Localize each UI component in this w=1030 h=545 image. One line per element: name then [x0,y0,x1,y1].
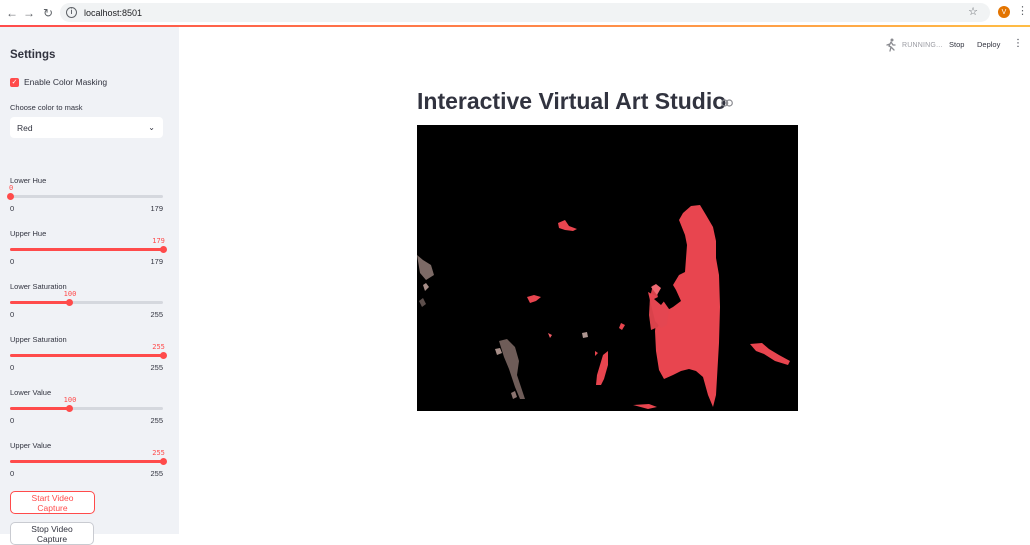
address-bar[interactable]: i localhost:8501 ☆ [60,3,990,22]
running-text: RUNNING... [902,41,943,49]
slider-value: 100 [63,396,77,404]
slider-min: 0 [10,310,15,319]
slider-track[interactable] [10,351,167,359]
main-menu-icon[interactable]: ⋮ [1013,36,1023,52]
deploy-button[interactable]: Deploy [977,40,1000,49]
slider-min: 0 [10,469,15,478]
slider-thumb[interactable] [66,404,74,412]
slider-value: 100 [63,290,77,298]
slider-fill [10,301,70,304]
color-select[interactable]: Red ⌄ [10,117,163,138]
color-select-value: Red [17,122,33,133]
slider-upper-hue: Upper Hue 179 0 179 [10,229,167,279]
slider-lower-hue: Lower Hue 0 0 179 [6,176,165,226]
color-masking-checkbox[interactable]: ✓ Enable Color Masking [10,77,107,87]
stop-button[interactable]: Stop [949,40,964,49]
slider-max: 179 [150,257,163,266]
slider-thumb[interactable] [66,298,74,306]
url-text[interactable]: localhost:8501 [84,8,142,18]
slider-fill [10,460,163,463]
site-info-icon[interactable]: i [66,7,77,18]
checkmark-icon[interactable]: ✓ [10,77,19,87]
browser-menu-icon[interactable]: ⋮ [1017,4,1028,18]
slider-track[interactable] [10,457,167,465]
slider-max: 255 [150,416,163,425]
slider-min: 0 [10,416,15,425]
slider-lower-saturation: Lower Saturation 100 0 255 [10,282,165,332]
slider-label: Lower Hue [10,176,47,185]
slider-min: 0 [10,204,15,213]
slider-max: 255 [150,469,163,478]
slider-label: Upper Value [10,441,52,450]
slider-value: 0 [9,184,14,192]
profile-avatar[interactable]: V [998,6,1010,18]
slider-max: 179 [150,204,163,213]
slider-track[interactable] [10,245,167,253]
slider-thumb[interactable] [159,245,167,253]
video-feed [417,125,798,411]
slider-fill [10,248,163,251]
slider-max: 255 [150,363,163,372]
sidebar-title: Settings [10,49,56,61]
start-video-capture-button[interactable]: Start Video Capture [10,491,95,514]
slider-label: Upper Saturation [10,335,67,344]
page-title: Interactive Virtual Art Studio [417,88,727,114]
slider-min: 0 [10,257,15,266]
slider-min: 0 [10,363,15,372]
slider-label: Lower Value [10,388,52,397]
checkbox-label[interactable]: Enable Color Masking [24,77,107,87]
slider-fill [10,407,70,410]
slider-label: Lower Saturation [10,282,67,291]
slider-thumb[interactable] [159,351,167,359]
running-status: RUNNING... [885,38,943,52]
slider-value: 179 [152,237,165,245]
bookmark-star-icon[interactable]: ☆ [968,5,978,18]
slider-upper-saturation: Upper Saturation 255 0 255 [10,335,167,385]
slider-label: Upper Hue [10,229,47,238]
slider-thumb[interactable] [159,457,167,465]
anchor-link-icon[interactable] [721,99,733,107]
chevron-down-icon: ⌄ [148,123,155,132]
slider-track[interactable] [10,298,163,306]
slider-value: 255 [152,343,165,351]
color-select-label: Choose color to mask [10,103,83,112]
slider-thumb[interactable] [6,192,14,200]
slider-lower-value: Lower Value 100 0 255 [10,388,165,438]
slider-track[interactable] [10,404,163,412]
slider-upper-value: Upper Value 255 0 255 [10,441,167,491]
slider-max: 255 [150,310,163,319]
slider-track[interactable] [6,192,163,200]
reload-icon[interactable]: ↻ [38,3,58,23]
slider-value: 255 [152,449,165,457]
forward-arrow-icon[interactable]: → [19,3,39,23]
running-person-icon [886,38,896,52]
slider-fill [10,354,163,357]
masked-video-image [417,125,798,411]
browser-toolbar: ← → ↻ i localhost:8501 ☆ V ⋮ [0,0,1030,25]
